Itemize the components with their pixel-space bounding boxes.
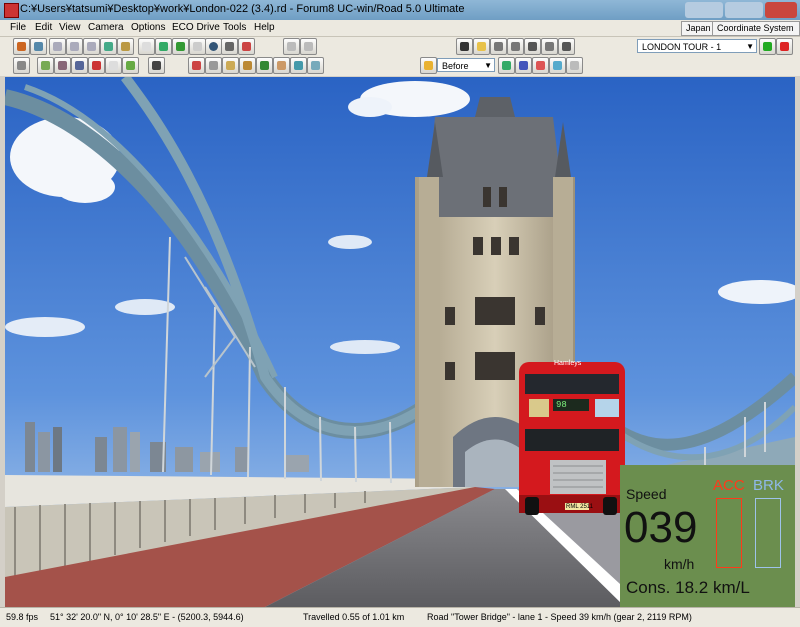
open-icon[interactable] bbox=[30, 38, 47, 55]
stop-icon[interactable] bbox=[558, 38, 575, 55]
pencil-icon[interactable] bbox=[221, 38, 238, 55]
menu-view[interactable]: View bbox=[59, 22, 81, 33]
menu-edit[interactable]: Edit bbox=[35, 22, 52, 33]
tree-icon[interactable] bbox=[122, 57, 139, 74]
object-icon[interactable] bbox=[239, 57, 256, 74]
bus-destination-label: 98 bbox=[556, 400, 567, 410]
play-icon[interactable] bbox=[524, 38, 541, 55]
tour-select[interactable]: LONDON TOUR - 1 ▼ bbox=[637, 39, 757, 53]
tour-select-value: LONDON TOUR - 1 bbox=[642, 42, 722, 52]
target-icon[interactable] bbox=[205, 38, 222, 55]
toolbar-row-1: LONDON TOUR - 1 ▼ bbox=[0, 37, 800, 56]
arrow-icon[interactable] bbox=[189, 38, 206, 55]
move-icon[interactable] bbox=[66, 38, 83, 55]
cut-icon[interactable] bbox=[283, 38, 300, 55]
image-icon[interactable] bbox=[37, 57, 54, 74]
model-icon[interactable] bbox=[54, 57, 71, 74]
edit-road-icon[interactable] bbox=[13, 38, 30, 55]
menu-tools[interactable]: Tools bbox=[223, 22, 246, 33]
coordinate-system-label: Coordinate System 0 bbox=[712, 21, 800, 46]
fuel-consumption: Cons. 18.2 km/L bbox=[626, 578, 750, 597]
person-icon[interactable] bbox=[238, 38, 255, 55]
maximize-button[interactable] bbox=[725, 2, 763, 18]
folder-icon[interactable] bbox=[473, 38, 490, 55]
terrain-icon[interactable] bbox=[117, 38, 134, 55]
status-bar: 59.8 fps 51° 32' 20.0" N, 0° 10' 28.5" E… bbox=[0, 607, 800, 627]
forest-icon[interactable] bbox=[256, 57, 273, 74]
menu-bar: File Edit View Camera Options ECO Drive … bbox=[0, 20, 800, 37]
title-bar: C:¥Users¥tatsumi¥Desktop¥work¥London-022… bbox=[0, 0, 800, 20]
rewind-icon[interactable] bbox=[507, 38, 524, 55]
speed-value: 039 bbox=[624, 503, 698, 552]
script-icon[interactable] bbox=[456, 38, 473, 55]
time-select-value: Before bbox=[442, 61, 469, 71]
bus-plate-label: RML 2511 bbox=[566, 504, 594, 510]
close-button[interactable] bbox=[765, 2, 797, 18]
speed-label: Speed bbox=[626, 486, 667, 502]
export-icon[interactable] bbox=[532, 57, 549, 74]
camera-icon[interactable] bbox=[148, 57, 165, 74]
menu-eco-drive[interactable]: ECO Drive bbox=[172, 22, 220, 33]
menu-camera[interactable]: Camera bbox=[88, 22, 124, 33]
forward-icon[interactable] bbox=[541, 38, 558, 55]
grid-icon[interactable] bbox=[566, 57, 583, 74]
move-up-icon[interactable] bbox=[49, 38, 66, 55]
position-readout: 51° 32' 20.0" N, 0° 10' 28.5" E - (5200.… bbox=[50, 612, 244, 622]
building-icon[interactable] bbox=[222, 57, 239, 74]
record-icon[interactable] bbox=[515, 57, 532, 74]
flag-icon[interactable] bbox=[172, 38, 189, 55]
chevron-down-icon: ▼ bbox=[746, 42, 754, 51]
vehicle-icon[interactable] bbox=[88, 57, 105, 74]
brk-label: BRK bbox=[753, 477, 784, 494]
driving-hud: Speed 039 km/h ACC BRK Cons. 18.2 km/L bbox=[620, 465, 795, 607]
region-label: Japan bbox=[681, 21, 716, 36]
app-icon bbox=[4, 3, 19, 18]
menu-help[interactable]: Help bbox=[254, 22, 275, 33]
fps-readout: 59.8 fps bbox=[6, 612, 39, 622]
road-readout: Road "Tower Bridge" - lane 1 - Speed 39 … bbox=[427, 612, 692, 622]
speed-unit: km/h bbox=[664, 556, 695, 572]
travelled-readout: Travelled 0.55 of 1.01 km bbox=[303, 612, 405, 622]
terrain-edit-icon[interactable] bbox=[290, 57, 307, 74]
acc-label: ACC bbox=[713, 477, 745, 494]
window-icon[interactable] bbox=[549, 57, 566, 74]
toolbar-row-2: Before ▼ bbox=[0, 56, 800, 76]
pan-icon[interactable] bbox=[83, 38, 100, 55]
play-tour-icon[interactable] bbox=[759, 38, 776, 55]
draw-icon[interactable] bbox=[13, 57, 30, 74]
bridge-icon[interactable] bbox=[205, 57, 222, 74]
network-icon[interactable] bbox=[100, 38, 117, 55]
globe-icon[interactable] bbox=[155, 38, 172, 55]
window-title: C:¥Users¥tatsumi¥Desktop¥work¥London-022… bbox=[20, 3, 465, 15]
bus-sign-label: Hamleys bbox=[554, 360, 582, 367]
step-icon[interactable] bbox=[498, 57, 515, 74]
menu-options[interactable]: Options bbox=[131, 22, 165, 33]
time-chevron-down-icon: ▼ bbox=[484, 61, 492, 70]
minimize-button[interactable] bbox=[685, 2, 723, 18]
time-select[interactable]: Before ▼ bbox=[437, 58, 495, 72]
brk-gauge bbox=[755, 498, 781, 568]
menu-file[interactable]: File bbox=[10, 22, 26, 33]
select-icon[interactable] bbox=[138, 38, 155, 55]
pause-icon[interactable] bbox=[490, 38, 507, 55]
document-icon[interactable] bbox=[105, 57, 122, 74]
road-icon[interactable] bbox=[188, 57, 205, 74]
stop-tour-icon[interactable] bbox=[776, 38, 793, 55]
pedestrian-icon[interactable] bbox=[273, 57, 290, 74]
texture-icon[interactable] bbox=[307, 57, 324, 74]
sign-icon[interactable] bbox=[71, 57, 88, 74]
weather-icon[interactable] bbox=[420, 57, 437, 74]
chart-icon[interactable] bbox=[300, 38, 317, 55]
acc-gauge bbox=[716, 498, 742, 568]
